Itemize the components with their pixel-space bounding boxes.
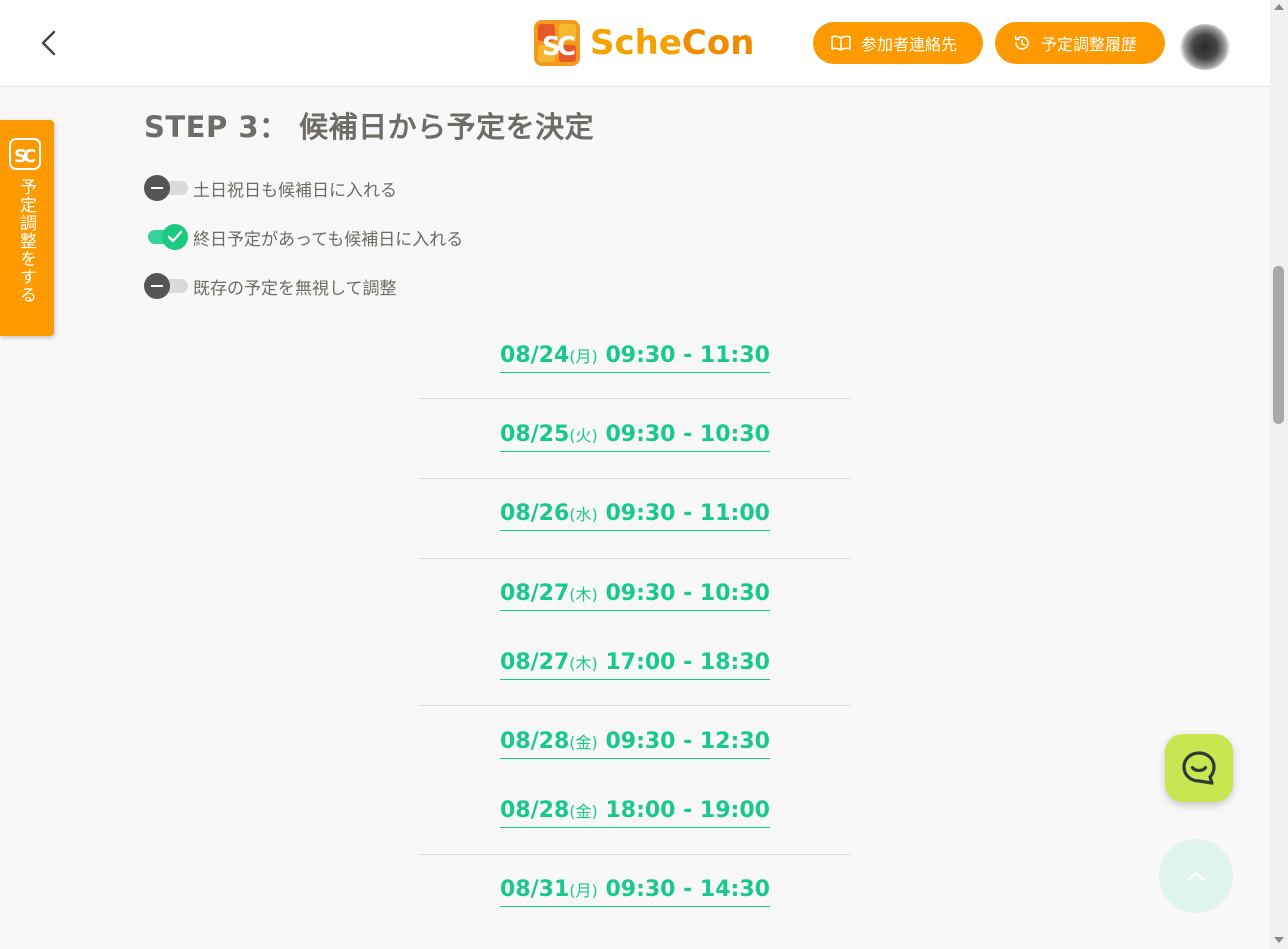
open-book-icon [831, 35, 851, 51]
slot-divider [419, 854, 851, 855]
participant-contacts-label: 参加者連絡先 [861, 35, 958, 54]
weekends-toggle-label: 土日祝日も候補日に入れる [193, 180, 397, 201]
chat-bubble-icon [1182, 751, 1216, 785]
logo-wordmark: ScheCon [590, 23, 755, 63]
weekends-toggle[interactable] [144, 175, 188, 201]
schedule-adjust-side-tab[interactable]: S C 予定調整をする [0, 120, 54, 336]
schecon-logo[interactable]: S C ScheCon [533, 19, 754, 67]
svg-text:C: C [23, 146, 36, 167]
scroll-to-top-button[interactable] [1159, 839, 1233, 913]
slot-divider [419, 478, 851, 479]
scroll-up-arrow-icon[interactable] [1274, 4, 1284, 10]
app-header: S C ScheCon 参加者連絡先 予定調整履歴 [0, 0, 1270, 87]
slot-divider [419, 558, 851, 559]
participant-contacts-button[interactable]: 参加者連絡先 [813, 22, 983, 64]
toggle-row-ignore-existing: 既存の予定を無視して調整 [144, 271, 397, 301]
chat-support-button[interactable] [1165, 734, 1233, 802]
user-avatar[interactable] [1180, 24, 1230, 70]
candidate-slot: 08/27(木) 09:30 - 10:30 [419, 580, 851, 611]
back-chevron-icon[interactable] [32, 26, 66, 60]
candidate-slot-link[interactable]: 08/27(木) 17:00 - 18:30 [500, 649, 770, 680]
candidate-slot-link[interactable]: 08/31(月) 09:30 - 14:30 [500, 876, 770, 907]
side-tab-label: 予定調整をする [16, 178, 36, 304]
candidate-slot-link[interactable]: 08/24(月) 09:30 - 11:30 [500, 342, 770, 373]
toggle-row-weekends: 土日祝日も候補日に入れる [144, 173, 397, 203]
svg-text:C: C [557, 32, 576, 62]
ignore-existing-toggle-label: 既存の予定を無視して調整 [193, 278, 397, 299]
scroll-down-arrow-icon[interactable] [1274, 937, 1284, 943]
schecon-logo-mark-icon: S C [534, 20, 580, 66]
slot-divider [419, 398, 851, 399]
toggle-off-knob-icon [144, 273, 170, 299]
schedule-history-button[interactable]: 予定調整履歴 [995, 22, 1165, 64]
candidate-slot: 08/24(月) 09:30 - 11:30 [419, 342, 851, 373]
scrollbar-thumb[interactable] [1273, 266, 1284, 424]
candidate-slot: 08/27(木) 17:00 - 18:30 [419, 649, 851, 680]
allday-toggle-label: 終日予定があっても候補日に入れる [193, 229, 464, 250]
toggle-row-allday: 終日予定があっても候補日に入れる [144, 222, 463, 252]
ignore-existing-toggle[interactable] [144, 273, 188, 299]
toggle-check-knob-icon [162, 224, 188, 250]
candidate-slot: 08/28(金) 09:30 - 12:30 [419, 728, 851, 759]
candidate-slot-link[interactable]: 08/25(火) 09:30 - 10:30 [500, 421, 770, 452]
candidate-slot: 08/28(金) 18:00 - 19:00 [419, 797, 851, 828]
candidate-slot: 08/26(水) 09:30 - 11:00 [419, 500, 851, 531]
page-scrollbar[interactable] [1270, 0, 1288, 949]
schecon-mini-logo-icon: S C [9, 138, 41, 170]
candidate-slot-link[interactable]: 08/26(水) 09:30 - 11:00 [500, 500, 770, 531]
candidate-slot: 08/31(月) 09:30 - 14:30 [419, 876, 851, 907]
candidate-slot-link[interactable]: 08/28(金) 09:30 - 12:30 [500, 728, 770, 759]
candidate-slot: 08/25(火) 09:30 - 10:30 [419, 421, 851, 452]
schedule-history-label: 予定調整履歴 [1041, 35, 1138, 54]
history-clock-icon [1014, 35, 1029, 50]
step-title: STEP 3： 候補日から予定を決定 [144, 110, 595, 144]
chevron-up-icon [1187, 872, 1205, 881]
allday-toggle[interactable] [144, 224, 188, 250]
candidate-slot-link[interactable]: 08/27(木) 09:30 - 10:30 [500, 580, 770, 611]
toggle-off-knob-icon [144, 175, 170, 201]
candidate-slot-link[interactable]: 08/28(金) 18:00 - 19:00 [500, 797, 770, 828]
slot-divider [419, 705, 851, 706]
